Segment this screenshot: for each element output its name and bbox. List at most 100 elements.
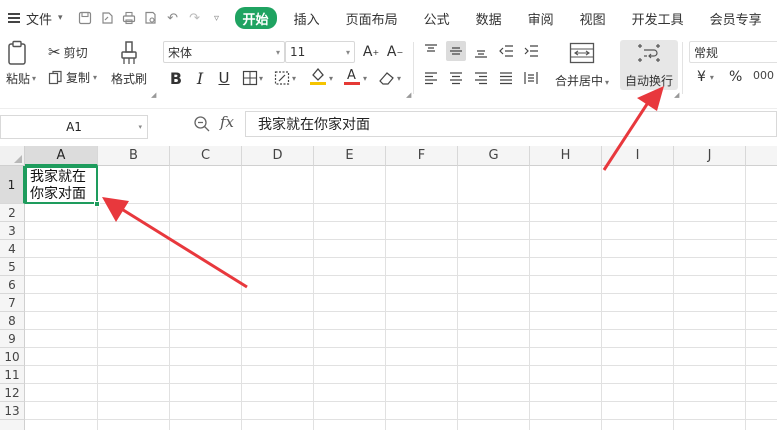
file-menu[interactable]: 文件 ▾ (0, 0, 63, 36)
gridline (25, 293, 777, 294)
increase-indent-icon[interactable] (521, 41, 541, 61)
row-header[interactable]: 3 (0, 222, 25, 240)
number-format-select[interactable]: 常规 (689, 41, 777, 63)
formula-input[interactable]: 我家就在你家对面 (245, 111, 777, 137)
font-size-select[interactable]: 11 ▾ (285, 41, 355, 63)
italic-icon[interactable]: I (190, 68, 210, 88)
fill-color-icon[interactable] (308, 66, 328, 86)
divider (413, 42, 414, 94)
row-header[interactable]: 4 (0, 240, 25, 258)
column-header[interactable]: H (530, 146, 602, 166)
row-header[interactable]: 8 (0, 312, 25, 330)
row-header[interactable]: 5 (0, 258, 25, 276)
align-left-icon[interactable] (421, 68, 441, 88)
row-header[interactable]: 1 (0, 166, 25, 204)
column-header[interactable]: D (242, 146, 314, 166)
print-preview-icon[interactable] (141, 8, 161, 28)
cell-style-icon[interactable] (272, 68, 292, 88)
merge-center-button[interactable]: 合并居中 ▾ (555, 42, 609, 89)
percent-format-button[interactable]: % (729, 69, 742, 85)
column-header[interactable]: I (602, 146, 674, 166)
align-middle-icon[interactable] (446, 41, 466, 61)
customize-toolbar-icon[interactable]: ▿ (207, 8, 227, 28)
tab-member[interactable]: 会员专享 (697, 0, 775, 36)
row-header[interactable]: 2 (0, 204, 25, 222)
insert-function-button[interactable]: fx (220, 113, 234, 131)
row-header[interactable]: 7 (0, 294, 25, 312)
eraser-icon[interactable] (377, 68, 397, 88)
row-header[interactable]: 6 (0, 276, 25, 294)
align-bottom-icon[interactable] (471, 41, 491, 61)
chevron-down-icon[interactable]: ▾ (259, 74, 263, 83)
tab-home[interactable]: 开始 (234, 7, 277, 29)
column-header[interactable]: A (25, 146, 98, 166)
column-header[interactable] (746, 146, 777, 166)
spreadsheet-grid[interactable]: A B C D E F G H I J 1 2 3 4 5 6 7 8 9 10… (0, 146, 777, 430)
paste-button[interactable]: 粘贴 (6, 40, 30, 87)
print-icon[interactable] (119, 8, 139, 28)
column-header[interactable]: J (674, 146, 746, 166)
gridline (673, 166, 674, 430)
chevron-down-icon[interactable]: ▾ (363, 74, 367, 83)
tab-data[interactable]: 数据 (463, 0, 515, 36)
gridline (457, 166, 458, 430)
cell-a1[interactable]: 我家就在 你家对面 (25, 166, 98, 204)
format-painter-button[interactable]: 格式刷 (111, 40, 147, 87)
currency-format-button[interactable]: ¥ ▾ (697, 69, 714, 85)
zoom-formula-icon[interactable] (193, 115, 211, 136)
row-header[interactable]: 10 (0, 348, 25, 366)
tab-insert[interactable]: 插入 (281, 0, 333, 36)
column-header[interactable]: G (458, 146, 530, 166)
copy-button[interactable]: 复制 ▾ (48, 69, 97, 86)
tab-developer[interactable]: 开发工具 (619, 0, 697, 36)
chevron-down-icon[interactable]: ▾ (397, 74, 401, 83)
font-color-icon[interactable]: A (342, 66, 362, 86)
increase-font-icon[interactable]: A + (361, 42, 381, 62)
borders-icon[interactable] (240, 68, 260, 88)
distributed-align-icon[interactable] (521, 68, 541, 88)
tab-view[interactable]: 视图 (567, 0, 619, 36)
column-header[interactable]: B (98, 146, 170, 166)
decrease-indent-icon[interactable] (496, 41, 516, 61)
save-icon[interactable] (75, 8, 95, 28)
alignment-expand-icon[interactable]: ◢ (674, 91, 679, 99)
column-header[interactable]: C (170, 146, 242, 166)
export-icon[interactable] (97, 8, 117, 28)
row-header[interactable]: 11 (0, 366, 25, 384)
name-box[interactable]: A1 ▾ (0, 115, 148, 139)
row-header[interactable]: 12 (0, 384, 25, 402)
row-header[interactable] (0, 420, 25, 430)
align-center-icon[interactable] (446, 68, 466, 88)
font-name-select[interactable]: 宋体 ▾ (163, 41, 285, 63)
undo-icon[interactable]: ↶ (163, 8, 183, 28)
row-header[interactable]: 9 (0, 330, 25, 348)
thousands-separator-icon[interactable]: 000 (753, 69, 774, 82)
select-all-corner[interactable] (0, 146, 25, 166)
clipboard-expand-icon[interactable]: ◢ (151, 91, 156, 99)
column-header[interactable]: F (386, 146, 458, 166)
underline-icon[interactable]: U (214, 68, 234, 88)
chevron-down-icon: ▾ (93, 73, 98, 82)
fill-handle[interactable] (94, 201, 100, 207)
chevron-down-icon[interactable]: ▾ (292, 74, 296, 83)
cut-button[interactable]: ✂ 剪切 (48, 43, 88, 61)
chevron-down-icon[interactable]: ▾ (329, 74, 333, 83)
gridline (25, 257, 777, 258)
chevron-down-icon: ▾ (709, 72, 714, 82)
align-top-icon[interactable] (421, 41, 441, 61)
bold-icon[interactable]: B (166, 68, 186, 88)
redo-icon[interactable]: ↷ (185, 8, 205, 28)
gridline (241, 166, 242, 430)
decrease-font-icon[interactable]: A − (385, 42, 405, 62)
wrap-text-button[interactable]: 自动换行 (625, 42, 673, 89)
justify-icon[interactable] (496, 68, 516, 88)
paste-dropdown-icon[interactable]: ▾ (32, 74, 36, 83)
tab-review[interactable]: 审阅 (515, 0, 567, 36)
font-expand-icon[interactable]: ◢ (406, 91, 411, 99)
align-right-icon[interactable] (471, 68, 491, 88)
row-header[interactable]: 13 (0, 402, 25, 420)
column-header[interactable]: E (314, 146, 386, 166)
tab-formulas[interactable]: 公式 (411, 0, 463, 36)
tab-page-layout[interactable]: 页面布局 (333, 0, 411, 36)
svg-text:A: A (347, 68, 356, 83)
